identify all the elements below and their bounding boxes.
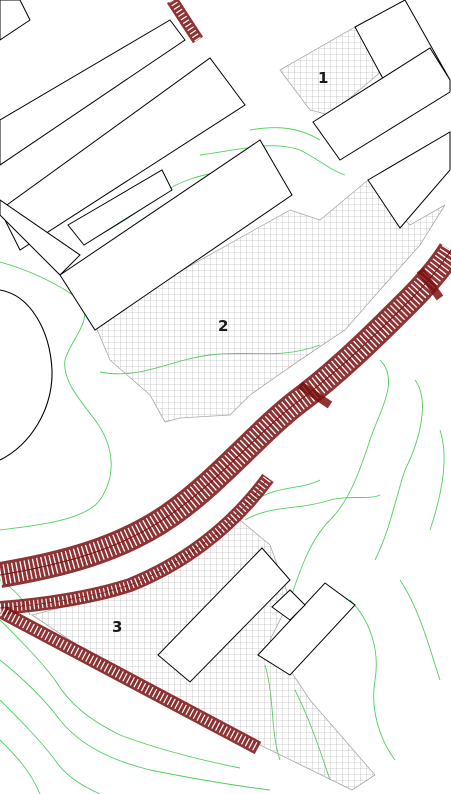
zone-2-label: 2 [218, 317, 228, 335]
roundabout-edge [0, 289, 53, 461]
site-plan-map: 1 2 3 [0, 0, 451, 794]
zone-1-label: 1 [318, 69, 328, 87]
zone-3-label: 3 [112, 618, 122, 636]
building [0, 0, 31, 41]
